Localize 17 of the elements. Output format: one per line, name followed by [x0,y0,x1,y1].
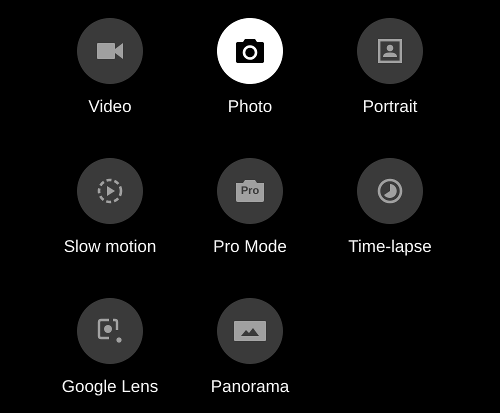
mode-button[interactable]: Pro [217,158,283,224]
mode-label: Slow motion [64,237,156,257]
landscape-icon [234,321,266,341]
slow-motion-icon [97,178,123,204]
pro-camera-icon: Pro [236,180,264,202]
portrait-icon [378,39,402,63]
video-camera-icon [97,43,123,59]
mode-label: Photo [228,97,272,117]
camera-icon [236,39,264,63]
mode-label: Panorama [210,377,290,397]
lens-icon [97,318,123,344]
mode-label: Portrait [362,97,418,117]
mode-label: Time-lapse [348,237,432,257]
mode-label: Video [88,97,132,117]
mode-label: Pro Mode [213,237,287,257]
timelapse-icon [377,178,403,204]
mode-label: Google Lens [62,377,158,397]
